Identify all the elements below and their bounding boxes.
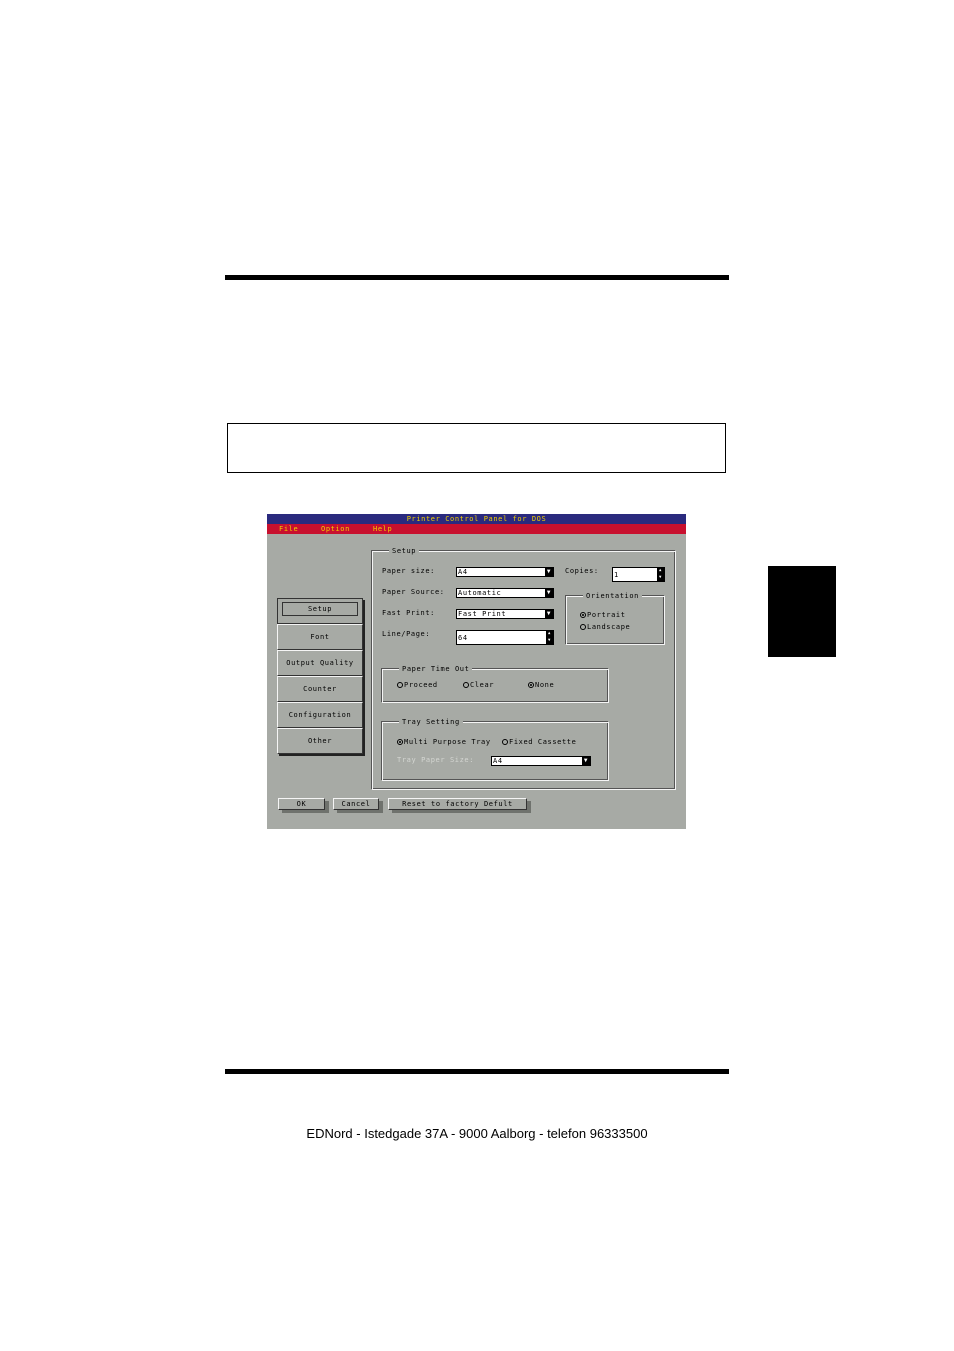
bottom-rule	[225, 1069, 729, 1074]
fixed-cassette-radio[interactable]: Fixed Cassette	[502, 738, 576, 747]
tray-setting-title: Tray Setting	[399, 718, 463, 727]
menu-file[interactable]: File	[279, 524, 298, 534]
paper-source-label: Paper Source:	[382, 588, 445, 596]
paper-size-value: A4	[458, 568, 468, 576]
tab-list: Setup Font Output Quality Counter Config…	[277, 598, 363, 758]
portrait-label: Portrait	[587, 611, 626, 619]
menu-help[interactable]: Help	[373, 524, 392, 534]
landscape-radio[interactable]: Landscape	[580, 623, 630, 632]
landscape-label: Landscape	[587, 623, 631, 631]
chevron-down-icon[interactable]: ▼	[545, 589, 553, 597]
window-title: Printer Control Panel for DOS	[267, 514, 686, 524]
radio-selected-icon	[528, 682, 534, 688]
radio-unselected-icon	[502, 739, 508, 745]
setup-group-title: Setup	[389, 547, 420, 556]
tab-other[interactable]: Other	[277, 728, 363, 754]
tray-setting-group: Tray Setting	[382, 718, 609, 781]
tab-output-quality[interactable]: Output Quality	[277, 650, 363, 676]
tab-configuration[interactable]: Configuration	[277, 702, 363, 728]
multi-purpose-tray-radio[interactable]: Multi Purpose Tray	[397, 738, 491, 747]
tray-paper-size-value: A4	[493, 757, 503, 765]
chevron-down-icon[interactable]: ▼	[545, 568, 553, 576]
menu-option[interactable]: Option	[321, 524, 350, 534]
cancel-button[interactable]: Cancel	[333, 798, 379, 810]
orientation-group: Orientation	[566, 592, 665, 645]
line-page-stepper[interactable]: 64 ▲ ▼	[456, 630, 554, 645]
paper-size-label: Paper size:	[382, 567, 435, 575]
orientation-group-title: Orientation	[583, 592, 642, 601]
copies-stepper[interactable]: 1 ▲ ▼	[612, 567, 665, 582]
chevron-down-icon[interactable]: ▼	[545, 610, 553, 618]
note-box	[227, 423, 726, 473]
none-label: None	[535, 681, 555, 689]
none-radio[interactable]: None	[528, 681, 554, 690]
radio-unselected-icon	[397, 682, 403, 688]
tab-counter[interactable]: Counter	[277, 676, 363, 702]
copies-value: 1	[614, 571, 619, 579]
proceed-label: Proceed	[404, 681, 438, 689]
radio-unselected-icon	[580, 624, 586, 630]
footer-address: EDNord - Istedgade 37A - 9000 Aalborg - …	[306, 1126, 648, 1141]
proceed-radio[interactable]: Proceed	[397, 681, 438, 690]
ok-button[interactable]: OK	[278, 798, 325, 810]
portrait-radio[interactable]: Portrait	[580, 611, 626, 620]
radio-unselected-icon	[463, 682, 469, 688]
top-rule	[225, 275, 729, 280]
multi-purpose-tray-label: Multi Purpose Tray	[404, 738, 491, 746]
radio-selected-icon	[580, 612, 586, 618]
clear-label: Clear	[470, 681, 495, 689]
fixed-cassette-label: Fixed Cassette	[509, 738, 577, 746]
paper-size-select[interactable]: A4 ▼	[456, 567, 554, 577]
clear-radio[interactable]: Clear	[463, 681, 494, 690]
fast-print-label: Fast Print:	[382, 609, 435, 617]
tray-paper-size-label: Tray Paper Size:	[397, 756, 475, 764]
printer-control-panel-screenshot: Printer Control Panel for DOS File Optio…	[267, 514, 686, 829]
paper-source-select[interactable]: Automatic ▼	[456, 588, 554, 598]
tab-setup[interactable]: Setup	[277, 598, 363, 624]
line-page-value: 64	[458, 634, 468, 642]
arrow-down-icon[interactable]: ▼	[657, 575, 664, 581]
tab-font[interactable]: Font	[277, 624, 363, 650]
fast-print-value: Fast Print	[458, 610, 507, 618]
line-page-label: Line/Page:	[382, 630, 431, 638]
copies-label: Copies:	[565, 567, 599, 575]
tray-paper-size-select[interactable]: A4 ▼	[491, 756, 591, 766]
reset-factory-default-button[interactable]: Reset to factory Defult	[388, 798, 527, 810]
chevron-down-icon[interactable]: ▼	[582, 757, 590, 765]
paper-source-value: Automatic	[458, 589, 502, 597]
chapter-tab-marker	[768, 566, 836, 657]
paper-time-out-title: Paper Time Out	[399, 665, 473, 674]
tab-label: Setup	[282, 602, 358, 616]
arrow-down-icon[interactable]: ▼	[546, 638, 553, 644]
radio-selected-icon	[397, 739, 403, 745]
fast-print-select[interactable]: Fast Print ▼	[456, 609, 554, 619]
menu-bar: File Option Help	[267, 524, 686, 534]
